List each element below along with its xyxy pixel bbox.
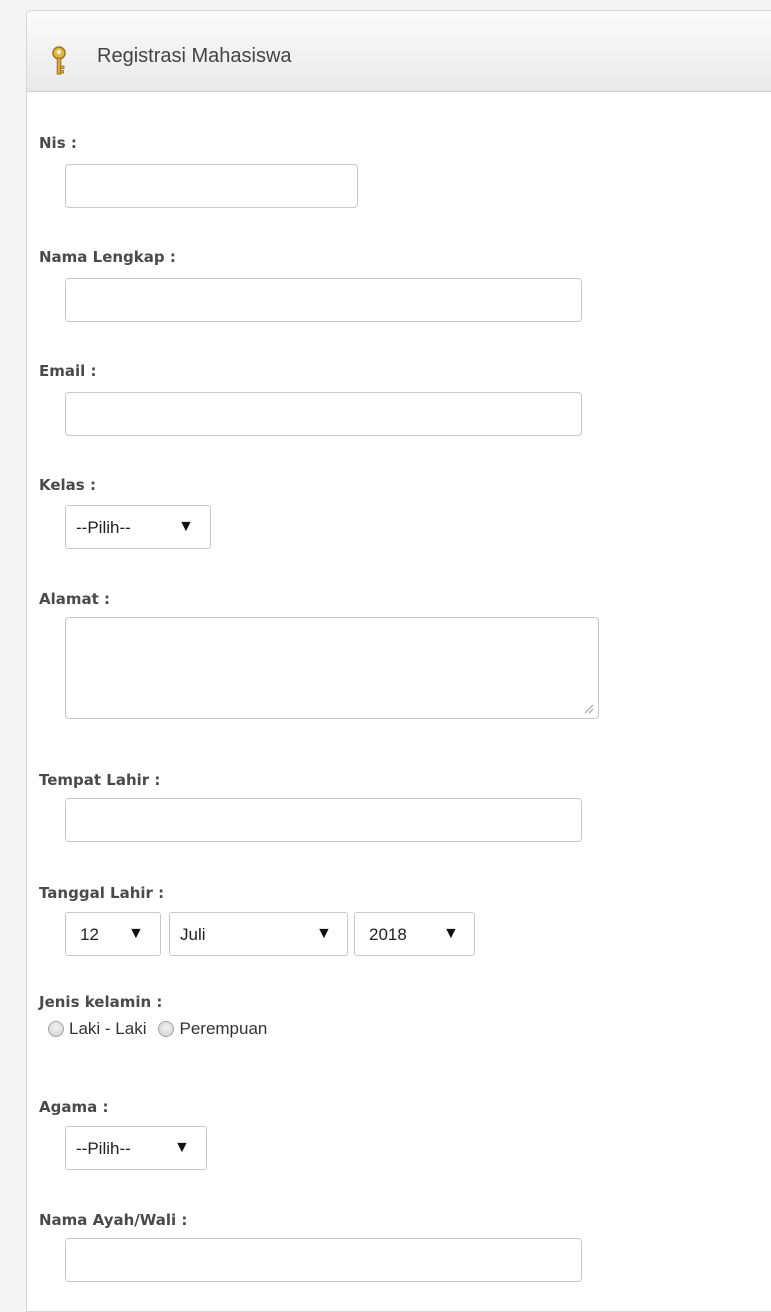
agama-label: Agama : — [39, 1098, 109, 1116]
resize-grip-icon[interactable] — [584, 704, 594, 714]
agama-select[interactable]: --Pilih-- ▼ — [65, 1126, 207, 1170]
dropdown-arrow-icon: ▼ — [316, 925, 332, 942]
radio-label-laki-laki: Laki - Laki — [69, 1019, 147, 1038]
tempat-lahir-input[interactable] — [65, 798, 582, 842]
dropdown-arrow-icon: ▼ — [443, 925, 459, 942]
jenis-kelamin-radio-group: Laki - Laki Perempuan — [48, 1019, 279, 1039]
radio-label-perempuan: Perempuan — [179, 1019, 268, 1038]
panel-header: Registrasi Mahasiswa — [27, 11, 771, 92]
nama-lengkap-input[interactable] — [65, 278, 582, 322]
nis-label: Nis : — [39, 134, 77, 152]
year-selected: 2018 — [369, 925, 407, 944]
dropdown-arrow-icon: ▼ — [128, 925, 144, 942]
email-label: Email : — [39, 362, 97, 380]
key-icon — [52, 46, 66, 75]
nama-lengkap-label: Nama Lengkap : — [39, 248, 176, 266]
radio-perempuan[interactable] — [158, 1021, 175, 1037]
tanggal-day-select[interactable]: 12 ▼ — [65, 912, 161, 956]
alamat-label: Alamat : — [39, 590, 111, 608]
month-selected: Juli — [180, 925, 206, 944]
kelas-select[interactable]: --Pilih-- ▼ — [65, 505, 211, 549]
dropdown-arrow-icon: ▼ — [174, 1139, 190, 1156]
day-selected: 12 — [80, 925, 99, 944]
nama-ayah-input[interactable] — [65, 1238, 582, 1282]
tanggal-year-select[interactable]: 2018 ▼ — [354, 912, 475, 956]
kelas-label: Kelas : — [39, 476, 96, 494]
email-input[interactable] — [65, 392, 582, 436]
radio-laki-laki[interactable] — [48, 1021, 64, 1037]
agama-selected: --Pilih-- — [76, 1139, 131, 1158]
nis-input[interactable] — [65, 164, 358, 208]
tanggal-month-select[interactable]: Juli ▼ — [169, 912, 348, 956]
tempat-lahir-label: Tempat Lahir : — [39, 771, 161, 789]
tanggal-lahir-label: Tanggal Lahir : — [39, 884, 165, 902]
nama-ayah-label: Nama Ayah/Wali : — [39, 1211, 188, 1229]
alamat-textarea[interactable] — [65, 617, 599, 719]
jenis-kelamin-label: Jenis kelamin : — [39, 993, 163, 1011]
kelas-selected: --Pilih-- — [76, 518, 131, 537]
dropdown-arrow-icon: ▼ — [178, 518, 194, 535]
page-title: Registrasi Mahasiswa — [97, 45, 292, 67]
